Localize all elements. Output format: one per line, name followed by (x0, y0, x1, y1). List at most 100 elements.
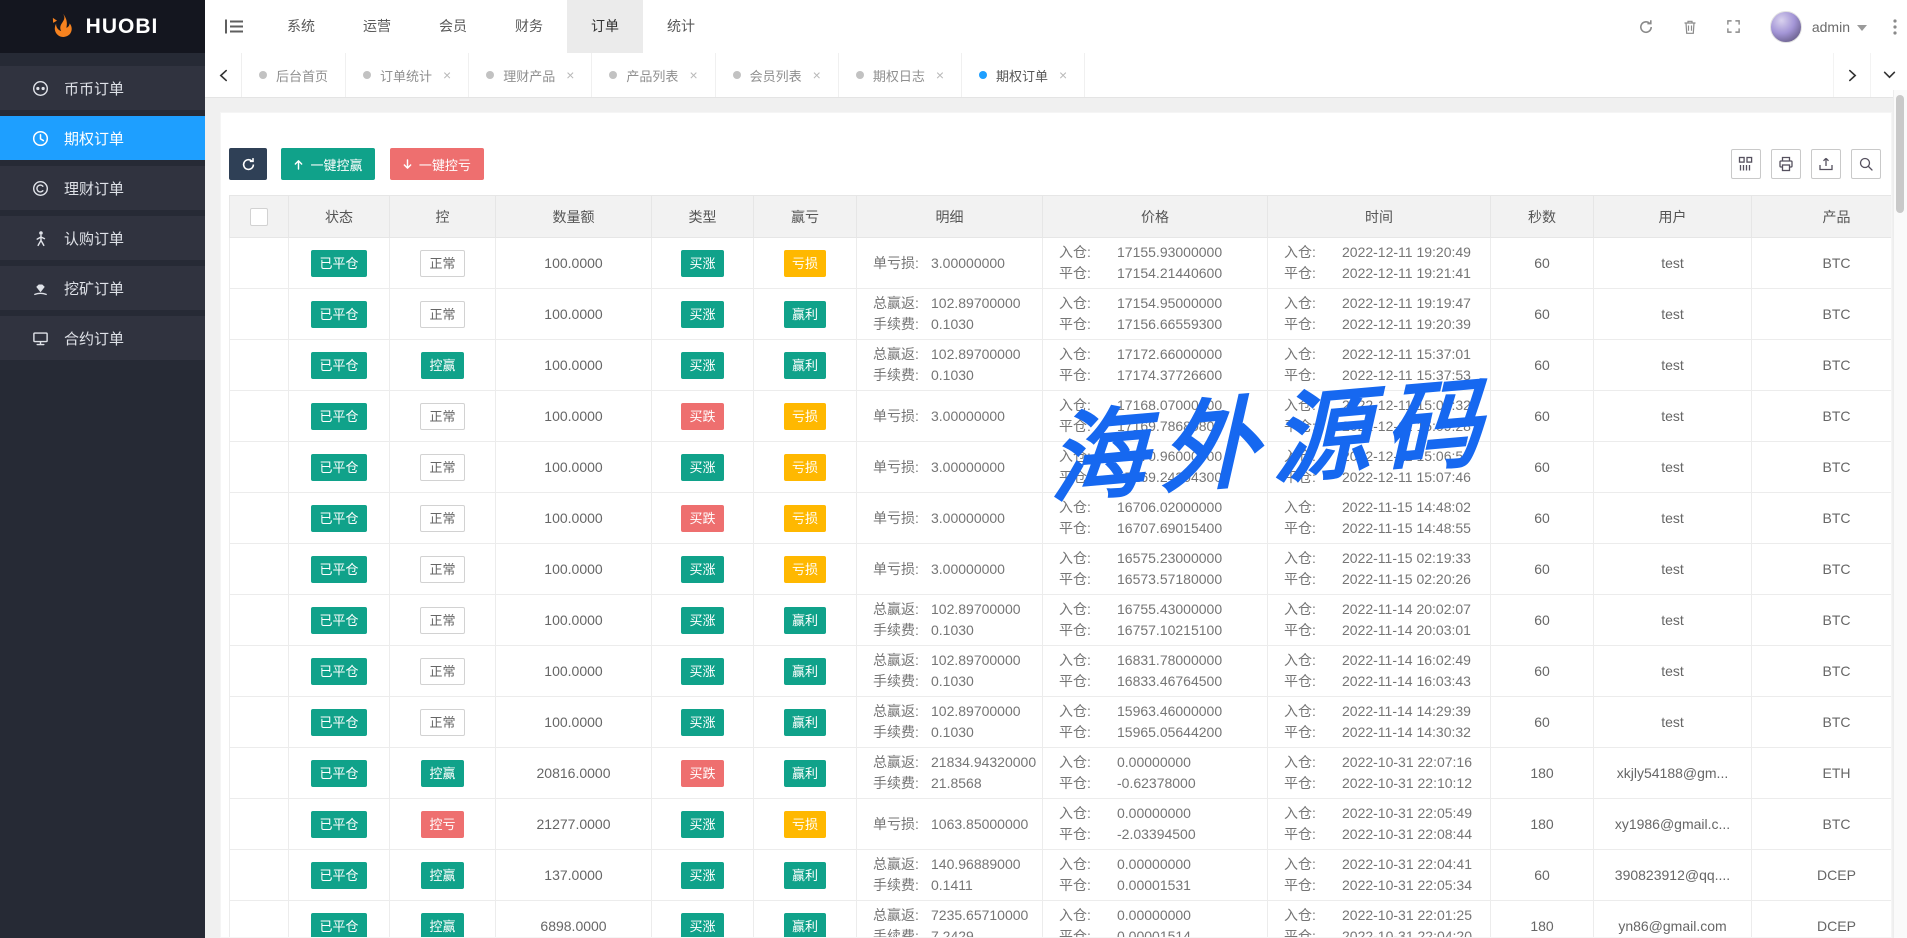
close-icon[interactable]: × (813, 67, 821, 83)
nav-item-finance[interactable]: 财务 (491, 0, 567, 53)
table-row: 已平仓控赢137.0000买涨赢利总赢返:140.96889000手续费:0.1… (230, 850, 1893, 901)
sidebar-item-contract-orders[interactable]: 合约订单 (0, 316, 205, 360)
type-cell: 买涨 (652, 442, 754, 493)
amount-cell: 21277.0000 (496, 799, 652, 850)
trash-icon[interactable] (1668, 0, 1712, 53)
chevron-down-icon[interactable] (1857, 18, 1867, 36)
control-badge[interactable]: 控赢 (421, 352, 463, 379)
columns-button[interactable] (1731, 149, 1761, 179)
sidebar-item-mining-orders[interactable]: 挖矿订单 (0, 266, 205, 310)
control-badge[interactable]: 正常 (420, 709, 464, 736)
kv-label: 单亏损: (873, 814, 931, 835)
close-icon[interactable]: × (689, 67, 697, 83)
sidebar-collapse-icon[interactable] (205, 0, 263, 53)
nav-item-system[interactable]: 系统 (263, 0, 339, 53)
time-cell: 入仓:2022-10-31 22:01:25平仓:2022-10-31 22:0… (1268, 901, 1491, 938)
price-out: 平仓:17174.37726600 (1059, 365, 1267, 386)
price-in: 入仓:17154.95000000 (1059, 293, 1267, 314)
tab-wealth-products[interactable]: 理财产品× (469, 53, 592, 97)
user-name[interactable]: admin (1812, 19, 1850, 35)
close-icon[interactable]: × (1059, 67, 1067, 83)
kv-label: 手续费: (873, 365, 931, 386)
control-badge[interactable]: 正常 (420, 505, 464, 532)
row-select-cell (230, 799, 289, 850)
fullscreen-icon[interactable] (1712, 0, 1756, 53)
kv-label: 平仓: (1059, 926, 1117, 938)
pnl-cell: 亏损 (754, 391, 857, 442)
select-all-checkbox[interactable] (250, 208, 268, 226)
refresh-icon[interactable] (1624, 0, 1668, 53)
kv-value: 0.1030 (931, 314, 974, 335)
column-header: 时间 (1268, 196, 1491, 238)
control-badge[interactable]: 控赢 (421, 913, 463, 938)
price-out: 平仓:0.00001531 (1059, 875, 1267, 896)
export-button[interactable] (1811, 149, 1841, 179)
close-icon[interactable]: × (566, 67, 574, 83)
user-cell: 390823912@qq.... (1594, 850, 1752, 901)
sidebar-item-label: 期权订单 (64, 128, 124, 149)
product-cell: BTC (1752, 544, 1893, 595)
control-badge[interactable]: 正常 (420, 658, 464, 685)
kv-value: 2022-10-31 22:01:25 (1342, 905, 1472, 926)
kv-label: 手续费: (873, 773, 931, 794)
kv-value: 102.89700000 (931, 701, 1021, 722)
kv-value: 15965.05644200 (1117, 722, 1222, 743)
control-badge[interactable]: 正常 (420, 301, 464, 328)
tab-product-list[interactable]: 产品列表× (592, 53, 715, 97)
kv-value: 2022-12-11 15:37:01 (1342, 344, 1471, 365)
sidebar-item-label: 认购订单 (64, 228, 124, 249)
control-badge[interactable]: 正常 (420, 403, 464, 430)
pnl-cell: 赢利 (754, 850, 857, 901)
time-out: 平仓:2022-10-31 22:10:12 (1284, 773, 1490, 794)
kv-value: 140.96889000 (931, 854, 1021, 875)
more-vertical-icon[interactable] (1885, 19, 1905, 35)
time-cell: 入仓:2022-12-11 19:20:49平仓:2022-12-11 19:2… (1268, 238, 1491, 289)
close-icon[interactable]: × (443, 67, 451, 83)
kv-value: 17170.96000000 (1117, 446, 1222, 467)
sidebar-item-label: 挖矿订单 (64, 278, 124, 299)
tab-options-log[interactable]: 期权日志× (839, 53, 962, 97)
control-cell: 正常 (390, 289, 496, 340)
kv-value: 0.00000000 (1117, 803, 1191, 824)
control-lose-button[interactable]: 一键控亏 (390, 148, 484, 180)
page-scrollbar[interactable] (1893, 90, 1907, 938)
close-icon[interactable]: × (936, 67, 944, 83)
column-header: 用户 (1594, 196, 1752, 238)
user-cell: test (1594, 238, 1752, 289)
sidebar-item-subscribe-orders[interactable]: 认购订单 (0, 216, 205, 260)
control-badge[interactable]: 控赢 (421, 760, 463, 787)
control-badge[interactable]: 正常 (420, 250, 464, 277)
kv-label: 平仓: (1059, 314, 1117, 335)
control-badge[interactable]: 正常 (420, 607, 464, 634)
user-avatar[interactable] (1770, 11, 1802, 43)
nav-item-member[interactable]: 会员 (415, 0, 491, 53)
print-button[interactable] (1771, 149, 1801, 179)
time-in: 入仓:2022-12-11 15:06:54 (1284, 446, 1490, 467)
tab-options-orders[interactable]: 期权订单× (962, 53, 1085, 97)
sidebar-menu: 币币订单期权订单理财订单认购订单挖矿订单合约订单 (0, 66, 205, 360)
search-button[interactable] (1851, 149, 1881, 179)
time-cell: 入仓:2022-12-11 15:37:01平仓:2022-12-11 15:3… (1268, 340, 1491, 391)
control-badge[interactable]: 控亏 (421, 811, 463, 838)
sidebar-item-coin-orders[interactable]: 币币订单 (0, 66, 205, 110)
price-out: 平仓:17154.21440600 (1059, 263, 1267, 284)
tab-order-stats[interactable]: 订单统计× (346, 53, 469, 97)
kv-value: 2022-10-31 22:10:12 (1342, 773, 1472, 794)
refresh-table-button[interactable] (229, 148, 267, 180)
sidebar-item-options-orders[interactable]: 期权订单 (0, 116, 205, 160)
control-badge[interactable]: 正常 (420, 556, 464, 583)
tab-scroll-right-icon[interactable] (1833, 53, 1870, 97)
detail-cell: 总赢返:102.89700000手续费:0.1030 (857, 340, 1043, 391)
sidebar-item-wealth-orders[interactable]: 理财订单 (0, 166, 205, 210)
nav-item-order[interactable]: 订单 (567, 0, 643, 53)
nav-item-operation[interactable]: 运营 (339, 0, 415, 53)
nav-item-stats[interactable]: 统计 (643, 0, 719, 53)
scrollbar-thumb[interactable] (1896, 95, 1904, 213)
control-badge[interactable]: 正常 (420, 454, 464, 481)
control-badge[interactable]: 控赢 (421, 862, 463, 889)
tab-member-list[interactable]: 会员列表× (716, 53, 839, 97)
tab-scroll-left-icon[interactable] (205, 53, 242, 97)
tab-home[interactable]: 后台首页 (242, 53, 346, 97)
kv-label: 平仓: (1059, 365, 1117, 386)
control-win-button[interactable]: 一键控赢 (281, 148, 375, 180)
